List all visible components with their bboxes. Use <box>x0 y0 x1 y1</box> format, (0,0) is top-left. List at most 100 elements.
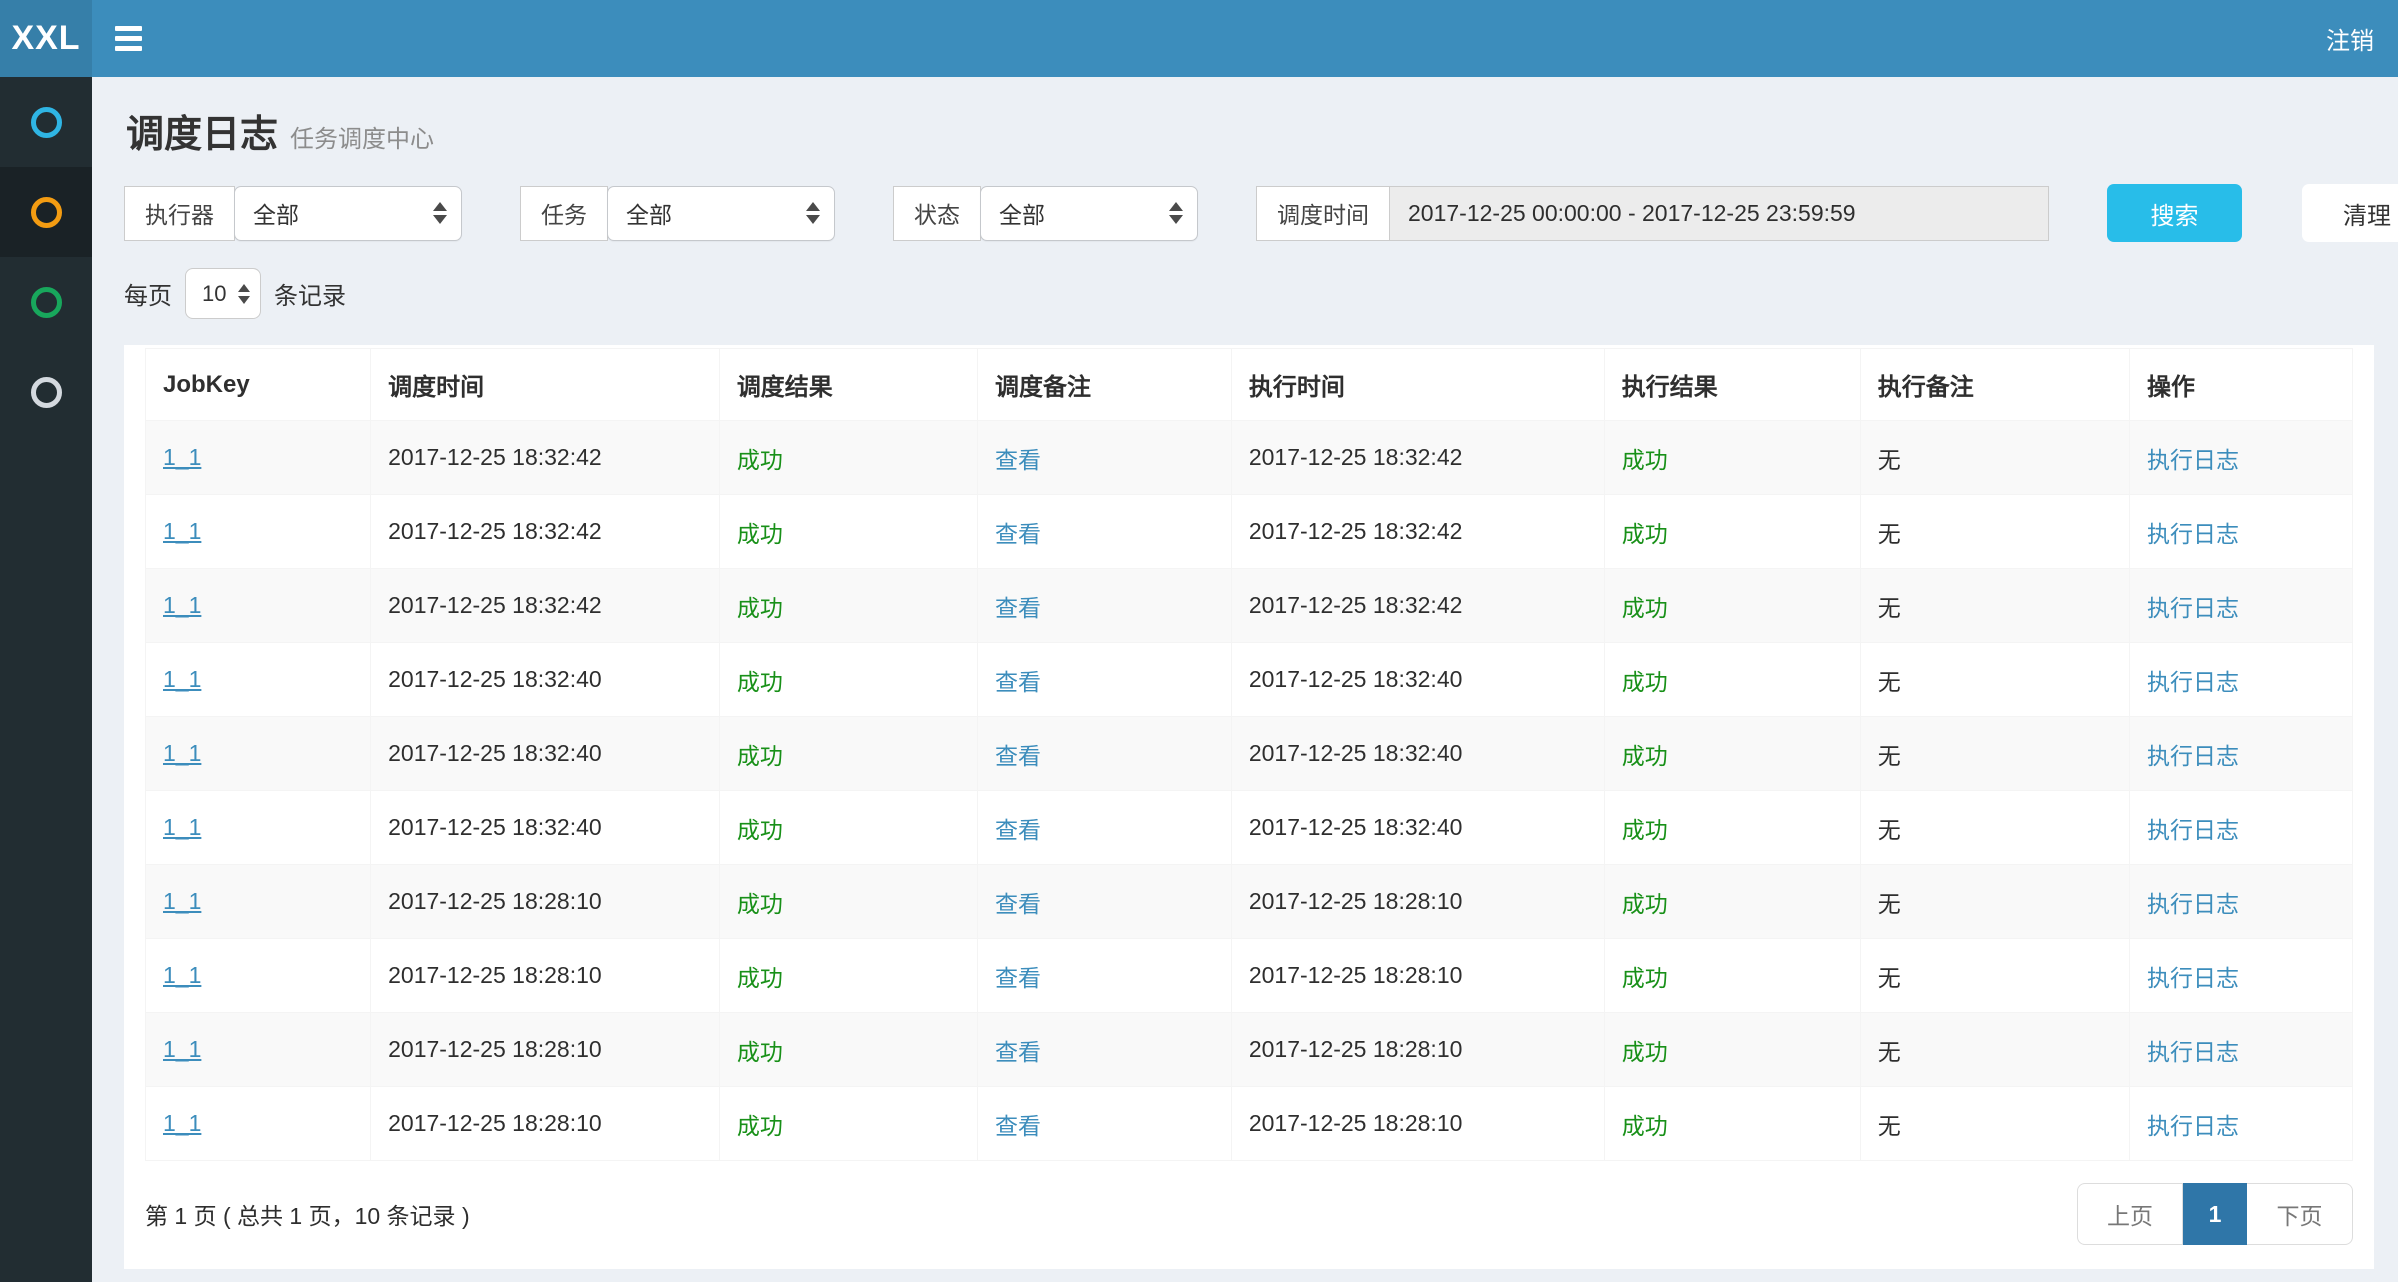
logout-link[interactable]: 注销 <box>2302 0 2398 77</box>
handle-memo: 无 <box>1878 965 1901 991</box>
exec-log-link[interactable]: 执行日志 <box>2147 521 2239 547</box>
table-row: 1_1 2017-12-25 18:28:10 成功 查看 2017-12-25… <box>146 865 2353 939</box>
search-button[interactable]: 搜索 <box>2107 184 2242 242</box>
executor-select[interactable]: 全部 <box>234 186 462 241</box>
exec-log-link[interactable]: 执行日志 <box>2147 891 2239 917</box>
handle-result: 成功 <box>1622 817 1668 843</box>
trigger-memo-link[interactable]: 查看 <box>995 669 1041 695</box>
circle-icon <box>31 287 62 318</box>
handle-time: 2017-12-25 18:32:40 <box>1249 814 1463 840</box>
col-handle-result: 执行结果 <box>1604 349 1860 421</box>
time-filter-label: 调度时间 <box>1256 186 1390 241</box>
trigger-time: 2017-12-25 18:32:40 <box>388 814 602 840</box>
trigger-memo-link[interactable]: 查看 <box>995 521 1041 547</box>
handle-result: 成功 <box>1622 669 1668 695</box>
page-size-suffix: 条记录 <box>274 276 346 311</box>
exec-log-link[interactable]: 执行日志 <box>2147 447 2239 473</box>
jobkey-link[interactable]: 1_1 <box>163 740 201 766</box>
handle-result: 成功 <box>1622 1039 1668 1065</box>
exec-log-link[interactable]: 执行日志 <box>2147 595 2239 621</box>
job-filter-label: 任务 <box>520 186 608 241</box>
exec-log-link[interactable]: 执行日志 <box>2147 1113 2239 1139</box>
handle-memo: 无 <box>1878 521 1901 547</box>
handle-result: 成功 <box>1622 595 1668 621</box>
page-size-select[interactable]: 10 <box>185 268 261 319</box>
trigger-memo-link[interactable]: 查看 <box>995 595 1041 621</box>
trigger-memo-link[interactable]: 查看 <box>995 1039 1041 1065</box>
trigger-memo-link[interactable]: 查看 <box>995 447 1041 473</box>
status-select[interactable]: 全部 <box>980 186 1198 241</box>
table-row: 1_1 2017-12-25 18:28:10 成功 查看 2017-12-25… <box>146 939 2353 1013</box>
trigger-result: 成功 <box>737 965 783 991</box>
trigger-result: 成功 <box>737 447 783 473</box>
exec-log-link[interactable]: 执行日志 <box>2147 817 2239 843</box>
trigger-result: 成功 <box>737 669 783 695</box>
sidebar-toggle-icon[interactable] <box>92 0 164 77</box>
page-size-prefix: 每页 <box>124 276 172 311</box>
table-row: 1_1 2017-12-25 18:32:42 成功 查看 2017-12-25… <box>146 421 2353 495</box>
table-footer: 第 1 页 ( 总共 1 页，10 条记录 ) 上页 1 下页 <box>145 1183 2353 1245</box>
handle-time: 2017-12-25 18:32:40 <box>1249 666 1463 692</box>
page-size-value: 10 <box>202 281 226 307</box>
col-jobkey: JobKey <box>146 349 371 421</box>
time-range-input[interactable]: 2017-12-25 00:00:00 - 2017-12-25 23:59:5… <box>1389 186 2049 241</box>
next-page-button[interactable]: 下页 <box>2247 1183 2353 1245</box>
table-row: 1_1 2017-12-25 18:32:40 成功 查看 2017-12-25… <box>146 791 2353 865</box>
handle-memo: 无 <box>1878 595 1901 621</box>
sidebar-item-job-log[interactable] <box>0 167 92 257</box>
trigger-result: 成功 <box>737 595 783 621</box>
job-select[interactable]: 全部 <box>607 186 835 241</box>
trigger-time: 2017-12-25 18:32:40 <box>388 666 602 692</box>
table-row: 1_1 2017-12-25 18:28:10 成功 查看 2017-12-25… <box>146 1013 2353 1087</box>
exec-log-link[interactable]: 执行日志 <box>2147 1039 2239 1065</box>
trigger-result: 成功 <box>737 817 783 843</box>
handle-time: 2017-12-25 18:28:10 <box>1249 962 1463 988</box>
job-select-value: 全部 <box>626 196 672 230</box>
jobkey-link[interactable]: 1_1 <box>163 1110 201 1136</box>
handle-time: 2017-12-25 18:28:10 <box>1249 888 1463 914</box>
pagination-summary: 第 1 页 ( 总共 1 页，10 条记录 ) <box>145 1197 470 1231</box>
exec-log-link[interactable]: 执行日志 <box>2147 743 2239 769</box>
jobkey-link[interactable]: 1_1 <box>163 888 201 914</box>
handle-time: 2017-12-25 18:28:10 <box>1249 1036 1463 1062</box>
clear-button[interactable]: 清理 <box>2302 184 2398 242</box>
jobkey-link[interactable]: 1_1 <box>163 962 201 988</box>
current-page-button[interactable]: 1 <box>2183 1183 2247 1245</box>
handle-result: 成功 <box>1622 447 1668 473</box>
exec-log-link[interactable]: 执行日志 <box>2147 965 2239 991</box>
executor-select-value: 全部 <box>253 196 299 230</box>
jobkey-link[interactable]: 1_1 <box>163 444 201 470</box>
table-row: 1_1 2017-12-25 18:32:40 成功 查看 2017-12-25… <box>146 643 2353 717</box>
trigger-memo-link[interactable]: 查看 <box>995 743 1041 769</box>
sidebar-item-dashboard[interactable] <box>0 77 92 167</box>
status-filter-label: 状态 <box>893 186 981 241</box>
sidebar-item-executor[interactable] <box>0 347 92 437</box>
app-logo[interactable]: XXL <box>0 0 92 77</box>
jobkey-link[interactable]: 1_1 <box>163 592 201 618</box>
jobkey-link[interactable]: 1_1 <box>163 1036 201 1062</box>
col-trigger-result: 调度结果 <box>719 349 977 421</box>
circle-icon <box>31 197 62 228</box>
jobkey-link[interactable]: 1_1 <box>163 814 201 840</box>
jobkey-link[interactable]: 1_1 <box>163 666 201 692</box>
time-filter-group: 调度时间 2017-12-25 00:00:00 - 2017-12-25 23… <box>1256 186 2049 241</box>
trigger-memo-link[interactable]: 查看 <box>995 965 1041 991</box>
trigger-memo-link[interactable]: 查看 <box>995 817 1041 843</box>
log-table-panel: JobKey 调度时间 调度结果 调度备注 执行时间 执行结果 执行备注 操作 … <box>124 345 2374 1269</box>
jobkey-link[interactable]: 1_1 <box>163 518 201 544</box>
select-stepper-icon <box>433 202 447 224</box>
trigger-memo-link[interactable]: 查看 <box>995 1113 1041 1139</box>
handle-time: 2017-12-25 18:32:42 <box>1249 592 1463 618</box>
col-trigger-time: 调度时间 <box>371 349 720 421</box>
handle-memo: 无 <box>1878 1039 1901 1065</box>
sidebar-item-job-manage[interactable] <box>0 257 92 347</box>
filter-buttons: 搜索 清理 <box>2107 184 2398 242</box>
exec-log-link[interactable]: 执行日志 <box>2147 669 2239 695</box>
prev-page-button[interactable]: 上页 <box>2077 1183 2183 1245</box>
col-handle-time: 执行时间 <box>1231 349 1604 421</box>
trigger-result: 成功 <box>737 1039 783 1065</box>
trigger-memo-link[interactable]: 查看 <box>995 891 1041 917</box>
handle-time: 2017-12-25 18:32:42 <box>1249 518 1463 544</box>
handle-memo: 无 <box>1878 817 1901 843</box>
page-title: 调度日志 <box>126 103 278 158</box>
